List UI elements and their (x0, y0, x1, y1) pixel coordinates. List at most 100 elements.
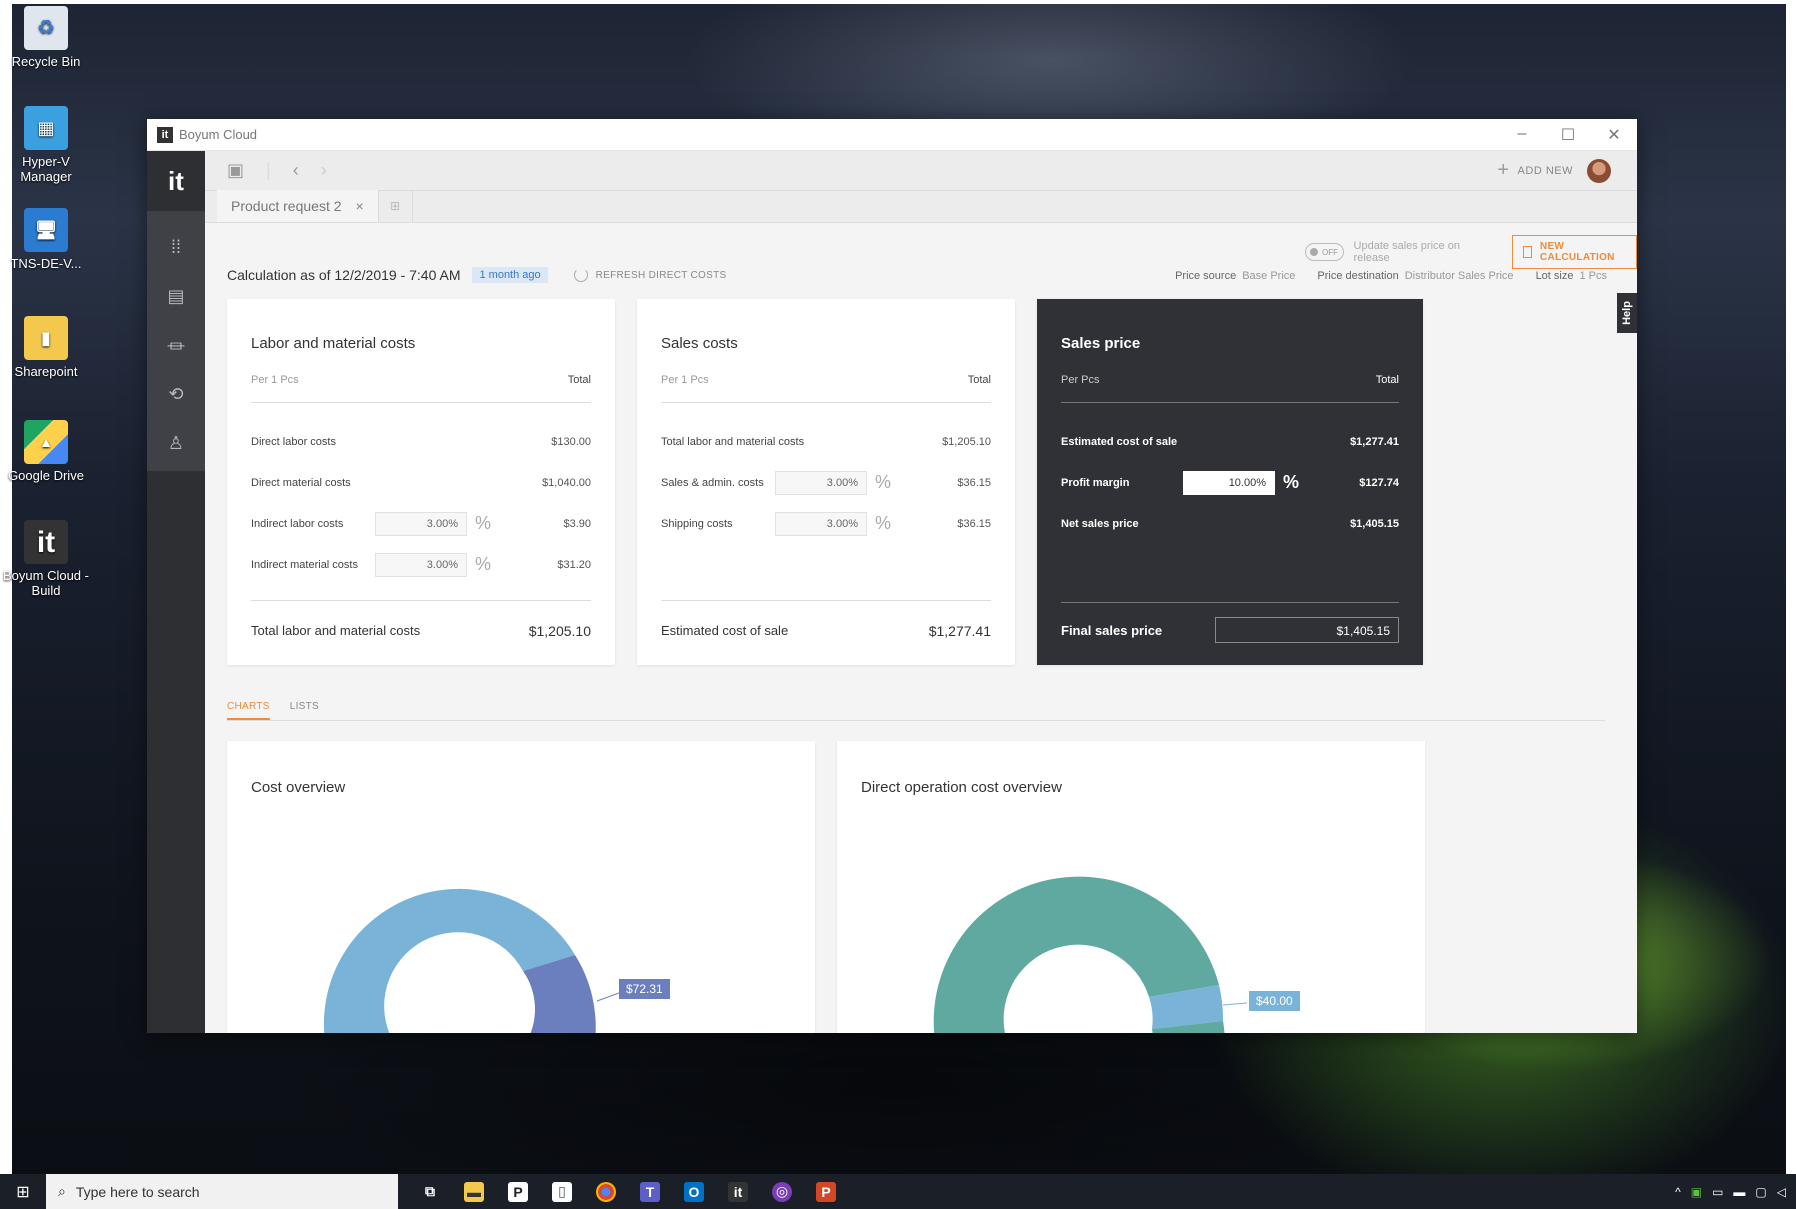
desktop-icon-recycle-bin[interactable]: ♻ Recycle Bin (2, 6, 90, 69)
chart-icon[interactable]: ⏛ (147, 321, 205, 370)
direct-operation-chart: Direct operation cost overview $40.00 (837, 741, 1425, 1033)
calculator-icon (1523, 246, 1532, 258)
per-unit-label: Per 1 Pcs (251, 374, 299, 386)
indirect-labor-pct-input[interactable]: 3.00% (375, 511, 467, 536)
cost-overview-chart: Cost overview $72.31 (227, 741, 815, 1033)
update-price-toggle[interactable]: OFF (1305, 243, 1344, 261)
window-titlebar[interactable]: it Boyum Cloud – ☐ ✕ (147, 119, 1637, 151)
cost-row: Sales & admin. costs 3.00% % $36.15 (661, 462, 991, 503)
document-icon[interactable]: ▤ (147, 272, 205, 321)
teams-icon[interactable]: T (640, 1181, 660, 1202)
p-app-icon[interactable]: P (508, 1181, 528, 1202)
row-value: $130.00 (551, 435, 591, 448)
calculation-timestamp: Calculation as of 12/2/2019 - 7:40 AM (227, 267, 461, 283)
add-new-button[interactable]: + ADD NEW (1497, 159, 1573, 182)
close-button[interactable]: ✕ (1591, 125, 1637, 145)
plus-icon: + (1497, 159, 1510, 181)
notepad-icon[interactable]: ▯ (552, 1181, 572, 1202)
price-info: Price source Base Price Price destination… (1175, 270, 1607, 282)
sidebar-logo[interactable]: it (147, 151, 205, 211)
row-label: Indirect material costs (251, 558, 358, 571)
final-sales-price-input[interactable]: $1,405.15 (1215, 617, 1399, 643)
row-label: Total labor and material costs (661, 435, 805, 448)
slice-value-label: $40.00 (1249, 991, 1300, 1011)
tray-battery-icon[interactable]: ▬ (1733, 1185, 1745, 1199)
view-tabs: CHARTS LISTS (227, 695, 1605, 721)
shipping-pct-input[interactable]: 3.00% (775, 511, 867, 536)
avatar[interactable] (1587, 158, 1611, 183)
minimize-button[interactable]: – (1499, 125, 1545, 145)
total-value: $1,277.41 (928, 623, 991, 639)
profit-margin-input[interactable]: 10.00% (1183, 470, 1275, 495)
desktop-icon-boyum[interactable]: it Boyum Cloud - Build (2, 520, 90, 598)
desktop-icon-label: Hyper-V Manager (20, 154, 72, 184)
toggle-state: OFF (1322, 247, 1338, 257)
percent-icon: % (474, 513, 491, 533)
file-explorer-icon[interactable]: ▬ (464, 1181, 484, 1202)
total-header: Total (1375, 374, 1399, 386)
tray-display-icon[interactable]: ▢ (1755, 1185, 1766, 1199)
tab-close-icon[interactable]: × (356, 198, 364, 214)
chrome-icon[interactable] (596, 1181, 616, 1202)
powerpoint-icon[interactable]: P (816, 1181, 836, 1202)
price-row: Profit margin 10.00% % $127.74 (1061, 462, 1399, 503)
row-label: Estimated cost of sale (1061, 435, 1178, 448)
tray-chevron-icon[interactable]: ^ (1675, 1185, 1681, 1199)
forward-icon[interactable]: › (321, 160, 327, 181)
layout-icon[interactable]: ▣ (227, 160, 244, 181)
row-value: $3.90 (563, 517, 591, 530)
indirect-material-pct-input[interactable]: 3.00% (375, 552, 467, 577)
maximize-button[interactable]: ☐ (1545, 125, 1591, 145)
new-calculation-button[interactable]: NEW CALCULATION (1512, 235, 1637, 269)
tab-lists[interactable]: LISTS (290, 695, 319, 720)
help-tab[interactable]: Help (1617, 293, 1637, 333)
label-leader-line (1222, 1002, 1248, 1006)
percent-icon: % (874, 513, 891, 533)
card-title: Labor and material costs (251, 335, 416, 352)
refresh-icon (573, 268, 588, 282)
help-label: Help (1621, 301, 1633, 325)
desktop-icon-google-drive[interactable]: ▲ Google Drive (2, 420, 90, 483)
cost-row: Shipping costs 3.00% % $36.15 (661, 503, 991, 544)
new-tab-icon[interactable]: ⊞ (379, 190, 413, 222)
direct-operation-donut (933, 876, 1248, 1033)
age-badge: 1 month ago (472, 267, 548, 283)
desktop-icon-tns[interactable]: 🖥 TNS-DE-V... (2, 208, 90, 271)
row-label: Direct material costs (251, 476, 351, 489)
windows-start-icon[interactable]: ⊞ (0, 1174, 46, 1209)
outlook-icon[interactable]: O (684, 1181, 704, 1202)
desktop-icon-sharepoint[interactable]: ▮ Sharepoint (2, 316, 90, 379)
content-area: ▣ | ‹ › + ADD NEW Product request 2 × ⊞ … (205, 151, 1637, 1033)
system-tray: ^ ▣ ▭ ▬ ▢ ◁ (1675, 1185, 1786, 1199)
tray-app-icon[interactable]: ▣ (1691, 1185, 1702, 1199)
tray-network-icon[interactable]: ▭ (1712, 1185, 1723, 1199)
desktop-icon-hyperv[interactable]: ▦ Hyper-V Manager (2, 106, 90, 184)
card-header-row: Per 1 Pcs Total (251, 374, 591, 403)
boyum-icon: it (24, 520, 68, 564)
boyum-taskbar-icon[interactable]: it (728, 1181, 748, 1202)
sidebar: it ⁞⁞ ▤ ⏛ ⟲ ♙ (147, 151, 205, 1033)
row-value: $36.15 (957, 517, 991, 530)
task-view-icon[interactable]: ⧉ (420, 1182, 440, 1202)
back-icon[interactable]: ‹ (293, 160, 299, 181)
barcode-icon[interactable]: ⁞⁞ (147, 223, 205, 272)
refresh-label: REFRESH DIRECT COSTS (595, 269, 727, 281)
desktop-icon-label: Recycle Bin (11, 54, 81, 69)
slice-value-label: $72.31 (619, 979, 670, 999)
sync-icon[interactable]: ⟲ (147, 370, 205, 419)
circle-app-icon[interactable]: ◎ (772, 1181, 792, 1202)
google-drive-icon: ▲ (24, 420, 68, 464)
cost-row: Total labor and material costs $1,205.10 (661, 421, 991, 462)
sales-admin-pct-input[interactable]: 3.00% (775, 470, 867, 495)
card-title: Sales price (1061, 335, 1141, 352)
tab-product-request[interactable]: Product request 2 × (217, 190, 379, 222)
row-value: $36.15 (957, 476, 991, 489)
taskbar-search[interactable]: ⌕ Type here to search (46, 1174, 398, 1209)
tab-charts[interactable]: CHARTS (227, 695, 270, 720)
remote-desktop-icon: 🖥 (24, 208, 68, 252)
desktop-icon-label: Boyum Cloud - Build (3, 568, 89, 598)
user-icon[interactable]: ♙ (147, 419, 205, 468)
percent-icon: % (474, 554, 491, 574)
tray-volume-icon[interactable]: ◁ (1777, 1185, 1786, 1199)
refresh-direct-costs-button[interactable]: REFRESH DIRECT COSTS (573, 268, 727, 282)
